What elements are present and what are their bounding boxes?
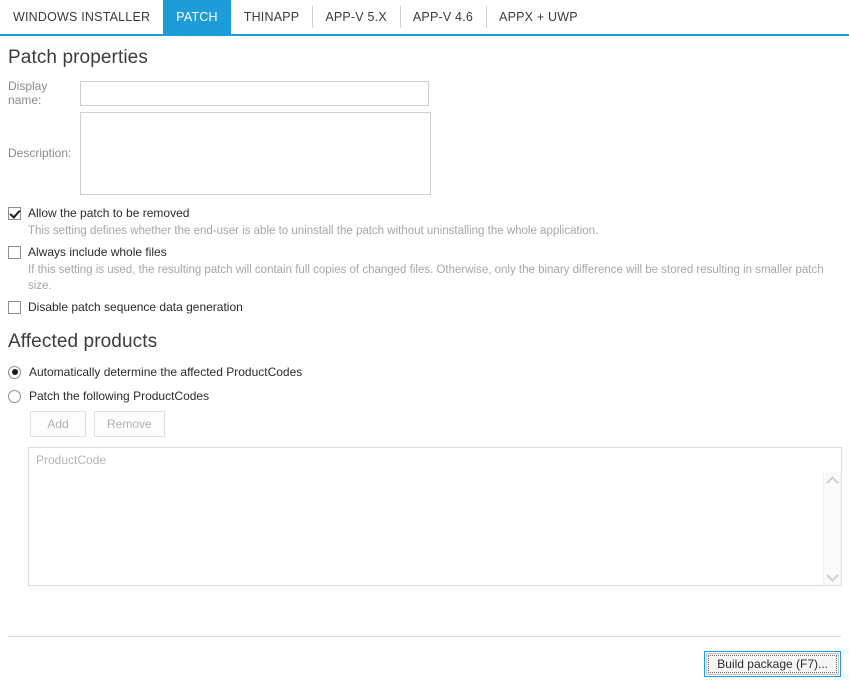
scroll-down-button[interactable] [824,568,841,585]
build-package-focus-ring: Build package (F7)... [704,651,841,677]
option-allow-patch-removed-help: This setting defines whether the end-use… [0,223,849,239]
tab-app-v-46[interactable]: APP-V 4.6 [400,0,486,34]
tab-appx-uwp[interactable]: APPX + UWP [486,0,591,34]
build-package-button[interactable]: Build package (F7)... [706,653,839,675]
tab-label: THINAPP [244,10,300,24]
tab-label: WINDOWS INSTALLER [13,10,150,24]
add-product-code-button[interactable]: Add [30,411,86,437]
checkbox-disable-patch-sequence-data-icon[interactable] [8,301,21,314]
affected-products-heading: Affected products [8,331,157,353]
description-input[interactable] [80,112,431,195]
checkbox-always-include-whole-files-icon[interactable] [8,246,21,259]
tab-windows-installer[interactable]: WINDOWS INSTALLER [0,0,163,34]
tab-thinapp[interactable]: THINAPP [231,0,313,34]
option-always-include-whole-files[interactable]: Always include whole files [0,245,849,259]
tab-patch[interactable]: PATCH [163,0,231,34]
product-code-list-body[interactable] [29,472,823,585]
description-label: Description: [0,146,80,160]
option-allow-patch-removed[interactable]: Allow the patch to be removed [0,206,849,220]
radio-auto-determine[interactable]: Automatically determine the affected Pro… [0,365,302,379]
tab-bar: WINDOWS INSTALLER PATCH THINAPP APP-V 5.… [0,0,849,36]
scroll-up-button[interactable] [824,472,841,489]
patch-properties-heading: Patch properties [8,47,148,69]
product-code-actions: Add Remove [30,411,165,437]
product-code-list[interactable]: ProductCode [28,447,842,586]
option-always-include-whole-files-help: If this setting is used, the resulting p… [0,262,849,294]
patch-options-group: Allow the patch to be removed This setti… [0,206,849,314]
remove-product-code-button[interactable]: Remove [94,411,165,437]
description-row: Description: [0,110,443,196]
display-name-row: Display name: [0,80,441,106]
radio-patch-following[interactable]: Patch the following ProductCodes [0,389,209,403]
product-code-list-scrollbar[interactable] [823,472,841,585]
checkbox-allow-patch-removed-icon[interactable] [8,207,21,220]
option-label: Disable patch sequence data generation [28,300,243,314]
radio-label: Automatically determine the affected Pro… [29,365,302,379]
display-name-label: Display name: [0,79,80,107]
radio-patch-following-icon[interactable] [8,390,21,403]
tab-app-v-5x[interactable]: APP-V 5.X [312,0,400,34]
radio-label: Patch the following ProductCodes [29,389,209,403]
tab-label: APPX + UWP [499,10,578,24]
display-name-input[interactable] [80,81,429,106]
chevron-down-icon [826,569,839,582]
option-label: Allow the patch to be removed [28,206,189,220]
footer-divider [8,636,841,637]
option-disable-patch-sequence-data[interactable]: Disable patch sequence data generation [0,300,849,314]
chevron-up-icon [826,476,839,489]
product-code-column-header: ProductCode [29,448,841,472]
option-label: Always include whole files [28,245,167,259]
tab-label: APP-V 4.6 [413,10,473,24]
radio-auto-determine-icon[interactable] [8,366,21,379]
tab-label: PATCH [176,10,218,24]
tab-label: APP-V 5.X [325,10,387,24]
